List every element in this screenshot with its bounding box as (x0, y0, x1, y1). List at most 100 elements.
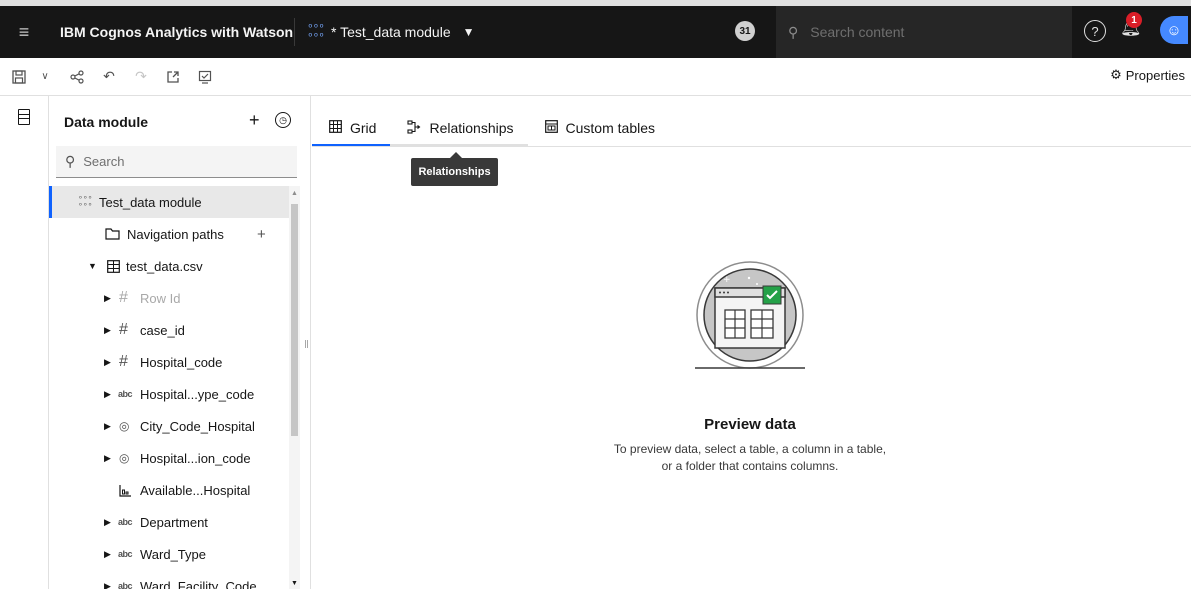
text-icon: abc (118, 389, 133, 399)
caret-right-icon[interactable]: ▶ (104, 389, 111, 400)
view-tabs: Grid Relationships Custom tables (312, 112, 669, 148)
help-icon[interactable]: ? (1084, 20, 1106, 42)
search-bar[interactable]: ⚲ (776, 6, 1072, 58)
caret-down-icon[interactable]: ▼ (88, 261, 97, 271)
tree-item-table[interactable]: ▼ test_data.csv (49, 250, 289, 282)
tree-item-column[interactable]: ▶ ◎ City_Code_Hospital (49, 410, 289, 442)
tree-item-label: Available...Hospital (140, 482, 251, 498)
caret-right-icon[interactable]: ▶ (104, 581, 111, 589)
empty-state-title: Preview data (704, 416, 796, 433)
caret-right-icon[interactable]: ▶ (104, 517, 111, 528)
topbar-divider (294, 18, 295, 46)
number-icon: # (119, 353, 128, 370)
search-content-input[interactable] (810, 24, 1041, 40)
hamburger-icon[interactable]: ≡ (0, 6, 48, 58)
tree-item-column[interactable]: ▶ ◎ Hospital...ion_code (49, 442, 289, 474)
number-icon: # (119, 321, 128, 338)
tree-item-column[interactable]: ▶ # Row Id (49, 282, 289, 314)
undo-icon[interactable]: ↶ (96, 64, 122, 90)
tree-item-column[interactable]: ▶ abc Ward_Facility_Code (49, 570, 289, 589)
svg-text:+: + (723, 275, 731, 285)
save-icon[interactable] (6, 64, 32, 90)
tree-scrollbar[interactable]: ▲ ▼ (289, 186, 300, 589)
user-avatar-icon[interactable]: ☺ (1160, 16, 1188, 44)
redo-icon[interactable]: ↷ (128, 64, 154, 90)
tab-relationships[interactable]: Relationships (390, 112, 528, 146)
search-icon: ⚲ (65, 153, 76, 169)
panel-title: Data module (64, 114, 149, 130)
tree-item-label: Ward_Facility_Code (140, 578, 257, 589)
number-icon: # (119, 289, 128, 306)
properties-button[interactable]: ⚙︎ Properties (1110, 67, 1185, 83)
toolbar: ∨ ↶ ↷ ⚙︎ Properties (0, 58, 1191, 96)
caret-right-icon[interactable]: ▶ (104, 293, 111, 304)
location-icon: ◎ (119, 451, 130, 465)
folder-icon (105, 228, 120, 240)
tree-item-label: Navigation paths (127, 226, 224, 242)
grid-icon (329, 120, 342, 136)
caret-right-icon[interactable]: ▶ (104, 453, 111, 464)
preview-empty-state: + Preview data To preview data, select a… (600, 260, 900, 475)
text-icon: abc (118, 581, 133, 589)
module-icon: ᵒᵒᵒ ᵒᵒᵒ (78, 194, 93, 210)
share-icon[interactable] (64, 64, 90, 90)
launch-icon[interactable] (160, 64, 186, 90)
tree-item-column[interactable]: ▶ abc Hospital...ype_code (49, 378, 289, 410)
caret-right-icon[interactable]: ▶ (104, 549, 111, 560)
tree-item-column[interactable]: Available...Hospital (49, 474, 289, 506)
search-icon: ⚲ (788, 23, 799, 40)
scrollbar-thumb[interactable] (291, 204, 298, 436)
tabs-divider (312, 146, 1191, 147)
chevron-down-icon: ▼ (462, 25, 475, 39)
scroll-up-icon[interactable]: ▲ (291, 190, 298, 197)
tree-item-column[interactable]: ▶ # Hospital_code (49, 346, 289, 378)
count-badge[interactable]: 31 (735, 21, 755, 41)
tree-item-label: Ward_Type (140, 546, 206, 562)
relationships-icon (407, 119, 421, 137)
panel-resize-handle[interactable] (305, 340, 308, 348)
empty-state-description: To preview data, select a table, a colum… (613, 442, 887, 473)
module-icon: ᵒᵒᵒ ᵒᵒᵒ (307, 21, 325, 43)
preview-data-illustration: + (695, 261, 805, 369)
app-name: IBM Cognos Analytics with Watson (60, 24, 294, 40)
tree-item-module[interactable]: ᵒᵒᵒ ᵒᵒᵒ Test_data module (49, 186, 289, 218)
tree-item-label: Test_data module (99, 194, 202, 210)
tab-grid[interactable]: Grid (312, 112, 391, 146)
panel-search[interactable]: ⚲ (56, 146, 297, 178)
tree-item-label: Hospital...ion_code (140, 450, 251, 466)
table-icon (107, 259, 120, 273)
tree-item-label: Row Id (140, 290, 181, 306)
tree-item-label: City_Code_Hospital (140, 418, 255, 434)
data-module-panel-icon[interactable] (18, 109, 30, 125)
save-options-chevron-icon[interactable]: ∨ (32, 64, 58, 90)
tree-item-label: test_data.csv (126, 258, 203, 274)
module-title: * Test_data module (331, 24, 451, 40)
module-switcher[interactable]: ᵒᵒᵒ ᵒᵒᵒ * Test_data module ▼ (307, 21, 475, 43)
location-icon: ◎ (119, 419, 130, 433)
caret-right-icon[interactable]: ▶ (104, 421, 111, 432)
tree-item-column[interactable]: ▶ abc Ward_Type (49, 538, 289, 570)
tab-label: Custom tables (565, 120, 655, 136)
text-icon: abc (118, 517, 133, 527)
panel-search-input[interactable] (83, 154, 284, 169)
data-tree: ᵒᵒᵒ ᵒᵒᵒ Test_data module Navigation paths… (49, 186, 289, 589)
scroll-down-icon[interactable]: ▼ (291, 580, 298, 587)
tab-custom-tables[interactable]: Custom tables (528, 112, 669, 146)
tree-item-column[interactable]: ▶ # case_id (49, 314, 289, 346)
notifications-bell-icon[interactable]: 🔔︎ 1 (1120, 12, 1144, 42)
relink-icon[interactable]: ◷ (275, 112, 291, 128)
tree-item-navigation-paths[interactable]: Navigation paths + (49, 218, 289, 250)
caret-right-icon[interactable]: ▶ (104, 357, 111, 368)
properties-label: Properties (1125, 67, 1185, 83)
tree-item-column[interactable]: ▶ abc Department (49, 506, 289, 538)
tab-label: Relationships (429, 120, 514, 136)
add-navigation-path-icon[interactable]: + (257, 226, 266, 243)
tree-item-label: Hospital...ype_code (140, 386, 255, 402)
validate-icon[interactable] (192, 64, 218, 90)
sliders-icon: ⚙︎ (1110, 67, 1122, 82)
add-source-icon[interactable]: + (249, 110, 260, 131)
tab-label: Grid (350, 120, 377, 136)
caret-right-icon[interactable]: ▶ (104, 325, 111, 336)
custom-table-icon (544, 120, 558, 136)
left-rail (0, 96, 49, 589)
